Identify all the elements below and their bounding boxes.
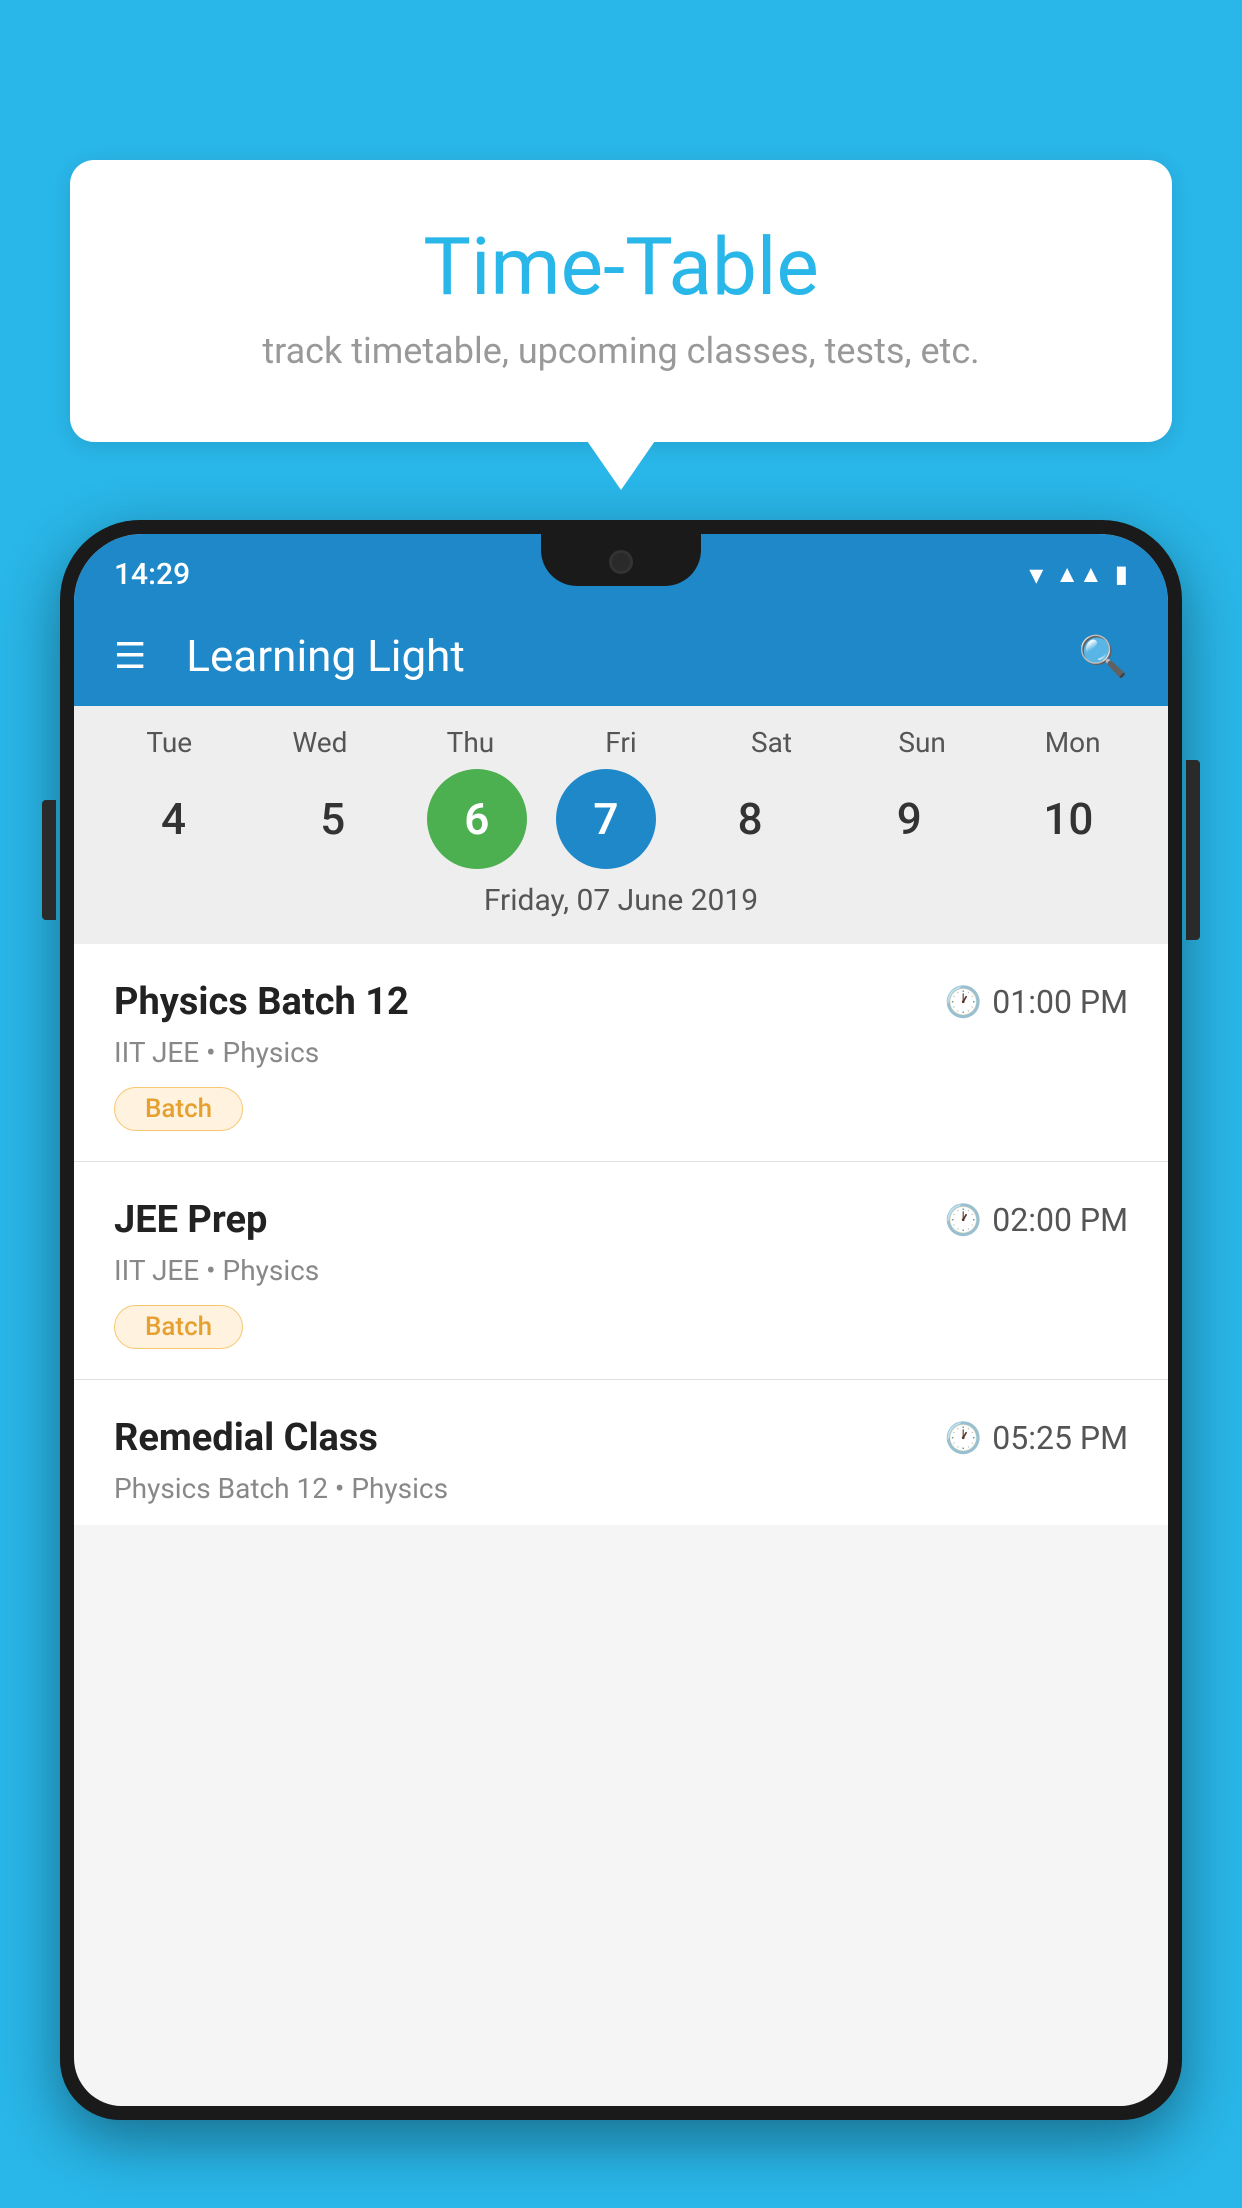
- selected-date-label: Friday, 07 June 2019: [94, 883, 1148, 934]
- app-title: Learning Light: [186, 630, 1078, 682]
- tooltip-bubble: Time-Table track timetable, upcoming cla…: [70, 160, 1172, 442]
- battery-icon: ▮: [1115, 560, 1128, 588]
- schedule-list: Physics Batch 12 🕐 01:00 PM IIT JEE • Ph…: [74, 944, 1168, 1525]
- schedule-item-1-time-text: 01:00 PM: [992, 983, 1128, 1021]
- calendar-days-header: Tue Wed Thu Fri Sat Sun Mon: [94, 726, 1148, 759]
- schedule-item-2-time-text: 02:00 PM: [992, 1201, 1128, 1239]
- app-bar: ☰ Learning Light 🔍: [74, 606, 1168, 706]
- schedule-item-2-subtitle: IIT JEE • Physics: [114, 1254, 1128, 1287]
- status-icons: ▾ ▲▲ ▮: [1029, 558, 1128, 591]
- schedule-item-1-header: Physics Batch 12 🕐 01:00 PM: [114, 980, 1128, 1024]
- search-icon[interactable]: 🔍: [1078, 633, 1128, 680]
- schedule-item-3-time-text: 05:25 PM: [992, 1419, 1128, 1457]
- phone-wrapper: 14:29 ▾ ▲▲ ▮ ☰ Learning Light 🔍 Tue Wed …: [60, 520, 1182, 2208]
- phone-outer: 14:29 ▾ ▲▲ ▮ ☰ Learning Light 🔍 Tue Wed …: [60, 520, 1182, 2120]
- date-10[interactable]: 10: [1003, 769, 1133, 869]
- calendar-section: Tue Wed Thu Fri Sat Sun Mon 4 5 6 7 8 9 …: [74, 706, 1168, 944]
- tooltip-title: Time-Table: [150, 220, 1092, 314]
- date-7-selected[interactable]: 7: [556, 769, 656, 869]
- calendar-dates: 4 5 6 7 8 9 10: [94, 769, 1148, 869]
- date-9[interactable]: 9: [844, 769, 974, 869]
- signal-icon: ▲▲: [1055, 560, 1103, 589]
- phone-notch: [541, 534, 701, 586]
- day-tue: Tue: [104, 726, 234, 759]
- date-8[interactable]: 8: [685, 769, 815, 869]
- day-mon: Mon: [1008, 726, 1138, 759]
- front-camera: [609, 550, 633, 574]
- day-fri: Fri: [556, 726, 686, 759]
- tooltip-container: Time-Table track timetable, upcoming cla…: [70, 160, 1172, 442]
- schedule-item-3-header: Remedial Class 🕐 05:25 PM: [114, 1416, 1128, 1460]
- status-time: 14:29: [114, 557, 190, 592]
- schedule-item-3[interactable]: Remedial Class 🕐 05:25 PM Physics Batch …: [74, 1380, 1168, 1525]
- schedule-item-3-time: 🕐 05:25 PM: [945, 1419, 1128, 1457]
- schedule-item-3-title: Remedial Class: [114, 1416, 378, 1460]
- schedule-item-1-time: 🕐 01:00 PM: [945, 983, 1128, 1021]
- schedule-item-1[interactable]: Physics Batch 12 🕐 01:00 PM IIT JEE • Ph…: [74, 944, 1168, 1162]
- date-6-today[interactable]: 6: [427, 769, 527, 869]
- schedule-item-2[interactable]: JEE Prep 🕐 02:00 PM IIT JEE • Physics Ba…: [74, 1162, 1168, 1380]
- day-thu: Thu: [405, 726, 535, 759]
- hamburger-icon[interactable]: ☰: [114, 638, 146, 674]
- schedule-item-3-subtitle: Physics Batch 12 • Physics: [114, 1472, 1128, 1505]
- wifi-icon: ▾: [1029, 558, 1043, 591]
- day-wed: Wed: [255, 726, 385, 759]
- schedule-item-2-badge: Batch: [114, 1305, 243, 1349]
- date-4[interactable]: 4: [109, 769, 239, 869]
- clock-icon-3: 🕐: [945, 1421, 982, 1456]
- schedule-item-1-title: Physics Batch 12: [114, 980, 409, 1024]
- tooltip-subtitle: track timetable, upcoming classes, tests…: [150, 330, 1092, 372]
- schedule-item-1-subtitle: IIT JEE • Physics: [114, 1036, 1128, 1069]
- phone-screen: 14:29 ▾ ▲▲ ▮ ☰ Learning Light 🔍 Tue Wed …: [74, 534, 1168, 2106]
- day-sat: Sat: [707, 726, 837, 759]
- clock-icon-2: 🕐: [945, 1203, 982, 1238]
- day-sun: Sun: [857, 726, 987, 759]
- date-5[interactable]: 5: [268, 769, 398, 869]
- clock-icon-1: 🕐: [945, 985, 982, 1020]
- schedule-item-2-time: 🕐 02:00 PM: [945, 1201, 1128, 1239]
- schedule-item-2-title: JEE Prep: [114, 1198, 267, 1242]
- schedule-item-1-badge: Batch: [114, 1087, 243, 1131]
- schedule-item-2-header: JEE Prep 🕐 02:00 PM: [114, 1198, 1128, 1242]
